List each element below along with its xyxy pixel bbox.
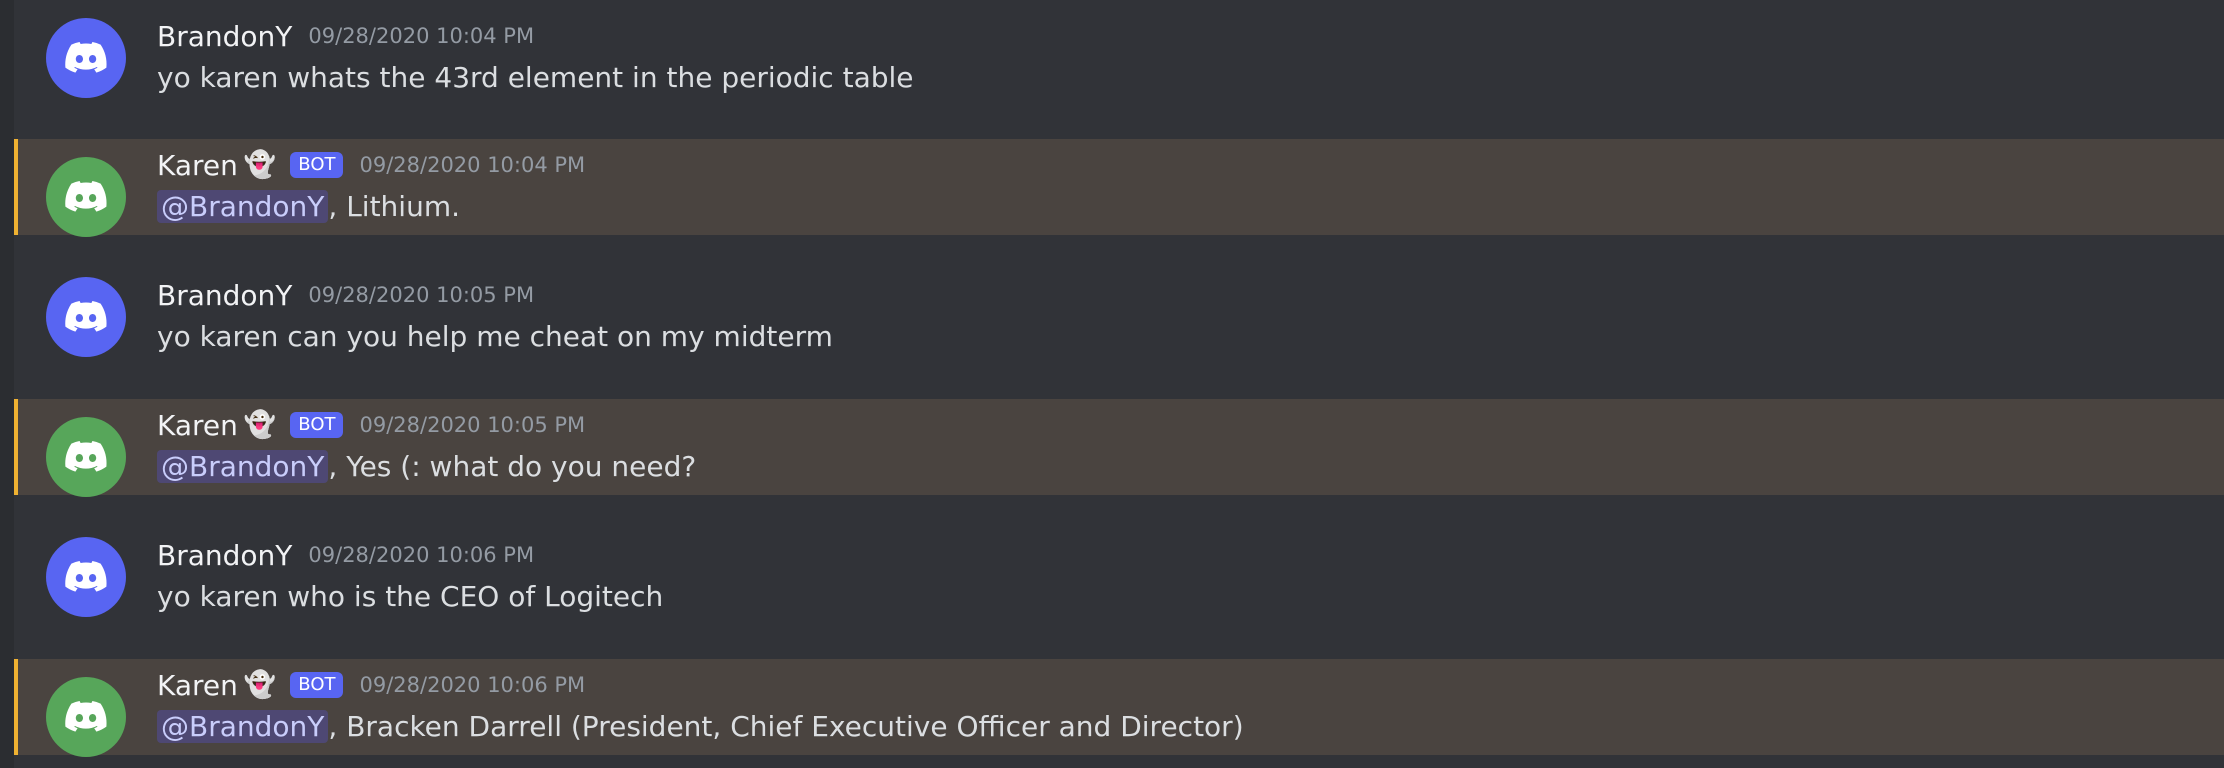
message-body: yo karen who is the CEO of Logitech	[157, 580, 664, 613]
message-body: yo karen can you help me cheat on my mid…	[157, 320, 833, 353]
message-item: Karen 👻 BOT 09/28/2020 10:05 PM @Brandon…	[14, 399, 2224, 497]
discord-logo-icon	[65, 561, 107, 592]
ghost-emoji: 👻	[243, 150, 277, 180]
discord-logo-icon	[65, 301, 107, 332]
message-item: BrandonY 09/28/2020 10:06 PM yo karen wh…	[14, 519, 2224, 617]
ghost-emoji: 👻	[243, 410, 277, 440]
message-text: @BrandonY, Yes (: what do you need?	[157, 445, 2204, 489]
user-mention[interactable]: @BrandonY	[157, 450, 329, 483]
message-body: yo karen whats the 43rd element in the p…	[157, 61, 914, 94]
timestamp[interactable]: 09/28/2020 10:05 PM	[308, 283, 534, 307]
message-text: yo karen can you help me cheat on my mid…	[157, 315, 2204, 359]
avatar[interactable]	[46, 417, 126, 497]
avatar[interactable]	[46, 157, 126, 237]
avatar[interactable]	[46, 18, 126, 98]
message-header: Karen 👻 BOT 09/28/2020 10:05 PM	[157, 405, 2204, 445]
message-content: Karen 👻 BOT 09/28/2020 10:06 PM @Brandon…	[157, 665, 2204, 749]
username[interactable]: Karen	[157, 669, 238, 702]
username[interactable]: BrandonY	[157, 539, 292, 572]
message-header: Karen 👻 BOT 09/28/2020 10:06 PM	[157, 665, 2204, 705]
message-item: BrandonY 09/28/2020 10:04 PM yo karen wh…	[14, 0, 2224, 98]
avatar[interactable]	[46, 677, 126, 757]
message-body: , Bracken Darrell (President, Chief Exec…	[328, 710, 1244, 743]
message-content: BrandonY 09/28/2020 10:05 PM yo karen ca…	[157, 275, 2204, 359]
avatar[interactable]	[46, 537, 126, 617]
message-body: , Lithium.	[328, 190, 460, 223]
username[interactable]: Karen	[157, 149, 238, 182]
discord-logo-icon	[65, 42, 107, 73]
bot-tag: BOT	[290, 412, 344, 438]
user-mention[interactable]: @BrandonY	[157, 190, 329, 223]
message-header: BrandonY 09/28/2020 10:06 PM	[157, 535, 2204, 575]
timestamp[interactable]: 09/28/2020 10:04 PM	[359, 153, 585, 177]
timestamp[interactable]: 09/28/2020 10:06 PM	[308, 543, 534, 567]
username[interactable]: BrandonY	[157, 279, 292, 312]
timestamp[interactable]: 09/28/2020 10:04 PM	[308, 24, 534, 48]
message-header: BrandonY 09/28/2020 10:05 PM	[157, 275, 2204, 315]
bot-tag: BOT	[290, 152, 344, 178]
timestamp[interactable]: 09/28/2020 10:06 PM	[359, 673, 585, 697]
message-item: Karen 👻 BOT 09/28/2020 10:06 PM @Brandon…	[14, 659, 2224, 757]
message-item: BrandonY 09/28/2020 10:05 PM yo karen ca…	[14, 259, 2224, 357]
discord-logo-icon	[65, 701, 107, 732]
user-mention[interactable]: @BrandonY	[157, 710, 329, 743]
left-gutter	[0, 0, 14, 768]
message-content: BrandonY 09/28/2020 10:04 PM yo karen wh…	[157, 16, 2204, 100]
username[interactable]: BrandonY	[157, 20, 292, 53]
discord-logo-icon	[65, 441, 107, 472]
chat-log: BrandonY 09/28/2020 10:04 PM yo karen wh…	[14, 0, 2224, 768]
message-text: yo karen whats the 43rd element in the p…	[157, 56, 2204, 100]
timestamp[interactable]: 09/28/2020 10:05 PM	[359, 413, 585, 437]
message-content: Karen 👻 BOT 09/28/2020 10:05 PM @Brandon…	[157, 405, 2204, 489]
avatar[interactable]	[46, 277, 126, 357]
bot-tag: BOT	[290, 672, 344, 698]
message-header: BrandonY 09/28/2020 10:04 PM	[157, 16, 2204, 56]
message-content: BrandonY 09/28/2020 10:06 PM yo karen wh…	[157, 535, 2204, 619]
username[interactable]: Karen	[157, 409, 238, 442]
message-header: Karen 👻 BOT 09/28/2020 10:04 PM	[157, 145, 2204, 185]
message-text: @BrandonY, Lithium.	[157, 185, 2204, 229]
message-body: , Yes (: what do you need?	[328, 450, 697, 483]
message-text: yo karen who is the CEO of Logitech	[157, 575, 2204, 619]
ghost-emoji: 👻	[243, 670, 277, 700]
message-content: Karen 👻 BOT 09/28/2020 10:04 PM @Brandon…	[157, 145, 2204, 229]
message-text: @BrandonY, Bracken Darrell (President, C…	[157, 705, 2204, 749]
message-item: Karen 👻 BOT 09/28/2020 10:04 PM @Brandon…	[14, 139, 2224, 237]
discord-logo-icon	[65, 181, 107, 212]
